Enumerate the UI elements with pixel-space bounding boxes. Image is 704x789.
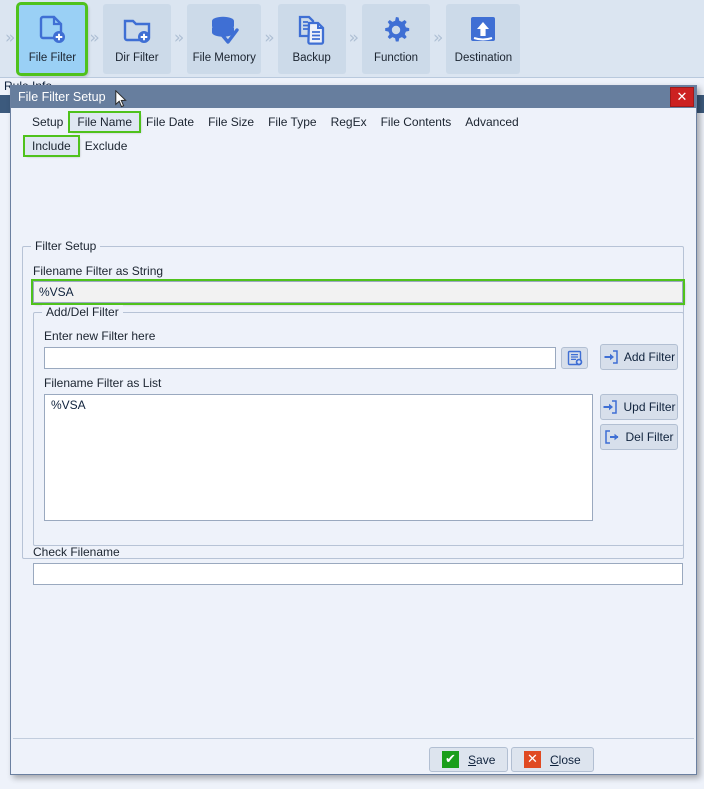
save-accel: S: [468, 752, 477, 767]
tab-include[interactable]: Include: [23, 135, 80, 157]
dialog-body: Setup File Name File Date File Size File…: [11, 108, 696, 774]
checkmark-icon: ✔: [442, 751, 459, 768]
copy-documents-icon: [293, 11, 331, 49]
wizard-step-label: Function: [373, 51, 419, 64]
wizard-step-label: File Filter: [28, 51, 77, 64]
check-filename-input[interactable]: [33, 563, 683, 585]
wizard-step-label: Backup: [292, 51, 331, 64]
dialog-titlebar[interactable]: File Filter Setup ✕: [11, 86, 696, 108]
tab-advanced[interactable]: Advanced: [458, 113, 525, 131]
chevron-right-icon: »: [348, 28, 360, 48]
arrow-out-of-box-icon: [604, 429, 620, 445]
del-filter-label: Del Filter: [625, 430, 674, 444]
close-button[interactable]: ✕ Close: [511, 747, 594, 772]
wizard-step-label: Dir Filter: [115, 51, 159, 64]
upload-arrow-icon: [464, 11, 502, 49]
save-button[interactable]: ✔ Save: [429, 747, 509, 772]
add-filter-label: Add Filter: [623, 350, 676, 364]
tab-file-type[interactable]: File Type: [261, 113, 323, 131]
save-label: Save: [468, 753, 495, 767]
screen: » File Filter » Dir Filter » File Memory…: [0, 0, 704, 789]
browse-filter-button[interactable]: [561, 347, 588, 369]
dialog-title: File Filter Setup: [18, 90, 106, 104]
chevron-right-icon: »: [264, 28, 275, 48]
filename-filter-listbox[interactable]: %VSA: [44, 394, 593, 521]
arrow-into-box-icon: [602, 399, 618, 415]
filename-filter-list-label: Filename Filter as List: [44, 376, 162, 390]
tab-file-date[interactable]: File Date: [139, 113, 201, 131]
save-label-rest: ave: [476, 752, 496, 767]
del-filter-button[interactable]: Del Filter: [600, 424, 678, 450]
close-label-rest: lose: [558, 752, 581, 767]
chevron-right-icon: »: [89, 28, 100, 48]
chevron-right-icon: »: [5, 28, 16, 48]
wizard-step-file-filter[interactable]: File Filter: [16, 1, 89, 76]
tab-file-size[interactable]: File Size: [201, 113, 261, 131]
wizard-step-backup[interactable]: Backup: [277, 3, 346, 74]
tab-exclude[interactable]: Exclude: [78, 137, 135, 155]
file-add-icon: [33, 11, 71, 49]
add-del-filter-legend: Add/Del Filter: [42, 305, 123, 319]
close-label: Close: [550, 753, 581, 767]
check-filename-label: Check Filename: [33, 545, 120, 559]
folder-add-icon: [118, 11, 156, 49]
chevron-right-icon: »: [433, 28, 444, 48]
wizard-step-destination[interactable]: Destination: [446, 3, 521, 74]
secondary-tab-bar: Include Exclude: [11, 135, 696, 157]
primary-tab-bar: Setup File Name File Date File Size File…: [11, 111, 696, 133]
list-add-icon: [567, 350, 583, 366]
enter-new-filter-label: Enter new Filter here: [44, 329, 156, 343]
dialog-footer: ✔ Save ✕ Close: [11, 739, 696, 774]
new-filter-input[interactable]: [44, 347, 556, 369]
upd-filter-button[interactable]: Upd Filter: [600, 394, 678, 420]
list-item[interactable]: %VSA: [45, 395, 592, 415]
filter-setup-legend: Filter Setup: [31, 239, 101, 253]
upd-filter-label: Upd Filter: [623, 400, 676, 414]
tab-file-contents[interactable]: File Contents: [374, 113, 459, 131]
gear-icon: [377, 11, 415, 49]
close-accel: C: [550, 752, 559, 767]
filename-filter-string-label: Filename Filter as String: [33, 264, 164, 278]
wizard-step-label: Destination: [454, 51, 513, 64]
add-filter-button[interactable]: Add Filter: [600, 344, 678, 370]
wizard-step-file-memory[interactable]: File Memory: [187, 3, 262, 74]
arrow-into-box-icon: [603, 349, 619, 365]
file-filter-setup-dialog: File Filter Setup ✕ Setup File Name File…: [10, 85, 697, 775]
cross-icon: ✕: [524, 751, 541, 768]
wizard-step-dir-filter[interactable]: Dir Filter: [102, 3, 171, 74]
database-check-icon: [205, 11, 243, 49]
wizard-step-label: File Memory: [192, 51, 256, 64]
tab-file-name[interactable]: File Name: [68, 111, 142, 133]
filename-filter-string-input[interactable]: %VSA: [31, 279, 685, 305]
close-icon[interactable]: ✕: [670, 87, 694, 107]
tab-regex[interactable]: RegEx: [324, 113, 374, 131]
wizard-step-bar: » File Filter » Dir Filter » File Memory…: [0, 0, 704, 78]
tab-setup[interactable]: Setup: [25, 113, 70, 131]
wizard-step-function[interactable]: Function: [362, 3, 431, 74]
chevron-right-icon: »: [173, 28, 185, 48]
